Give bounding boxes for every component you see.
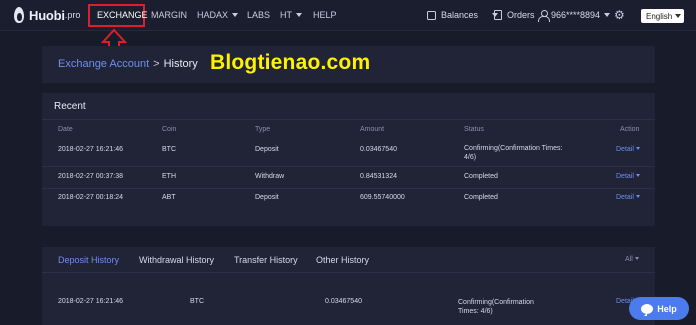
cell-coin: BTC <box>162 146 176 153</box>
top-navigation: Huobi .pro EXCHANGE MARGIN HADAX LABS HT … <box>0 0 696 31</box>
help-label: Help <box>657 303 677 314</box>
breadcrumb-separator: > <box>153 58 160 70</box>
history-panel: Deposit History Withdrawal History Trans… <box>42 247 655 325</box>
nav-hadax-label: HADAX <box>197 10 229 20</box>
nav-labs[interactable]: LABS <box>247 10 270 20</box>
tab-transfer-history[interactable]: Transfer History <box>234 255 298 265</box>
divider <box>42 188 655 189</box>
gear-icon[interactable]: ⚙ <box>614 8 625 22</box>
nav-ht[interactable]: HT <box>280 10 302 20</box>
breadcrumb-current: History <box>163 58 198 70</box>
chevron-down-icon <box>675 14 682 18</box>
header-date: Date <box>58 126 73 133</box>
recent-panel: Recent Date Coin Type Amount Status Acti… <box>42 93 655 226</box>
cell-amount: 609.55740000 <box>360 194 405 201</box>
cell-date: 2018-02-27 00:37:38 <box>58 173 123 180</box>
header-coin: Coin <box>162 126 177 133</box>
cell-status: Confirming(Confirmation Times: 4/6) <box>458 299 534 315</box>
chevron-down-icon <box>232 13 239 17</box>
cell-status: Completed <box>464 194 498 201</box>
cell-date: 2018-02-27 00:18:24 <box>58 194 123 201</box>
breadcrumb: Exchange Account > History <box>58 58 198 70</box>
chevron-down-icon <box>604 13 611 17</box>
cell-type: Deposit <box>255 146 279 153</box>
cell-amount: 0.03467540 <box>360 146 397 153</box>
recent-title: Recent <box>54 101 86 112</box>
header-status: Status <box>464 126 484 133</box>
chevron-down-icon <box>296 13 302 17</box>
flame-icon <box>12 7 26 23</box>
language-label: English <box>646 11 673 21</box>
cell-amount: 0.84531324 <box>360 173 397 180</box>
watermark: Blogtienao.com <box>210 51 371 74</box>
nav-ht-label: HT <box>280 10 292 20</box>
detail-label: Detail <box>616 194 634 201</box>
divider <box>42 166 655 167</box>
wallet-icon <box>427 10 436 20</box>
cell-coin: ABT <box>162 194 176 201</box>
header-action: Action <box>620 126 640 133</box>
breadcrumb-exchange-account[interactable]: Exchange Account <box>58 58 149 70</box>
orders-link[interactable]: Orders <box>494 10 535 20</box>
detail-link[interactable]: Detail <box>616 173 640 180</box>
tab-withdrawal-history[interactable]: Withdrawal History <box>139 255 214 265</box>
orders-icon <box>494 10 502 20</box>
cell-date: 2018-02-27 16:21:46 <box>58 146 123 153</box>
divider <box>42 119 655 120</box>
filter-label: All <box>625 256 633 263</box>
cell-status: Confirming(Confirmation Times: 4/6) <box>464 145 563 161</box>
detail-label: Detail <box>616 146 634 153</box>
cell-type: Deposit <box>255 194 279 201</box>
cell-coin: ETH <box>162 173 176 180</box>
cell-date: 2018-02-27 16:21:46 <box>58 298 123 305</box>
breadcrumb-panel: Exchange Account > History Blogtienao.com <box>42 46 655 83</box>
cell-amount: 0.03467540 <box>325 298 362 305</box>
language-select[interactable]: English <box>641 9 684 23</box>
history-tabs: Deposit History Withdrawal History Trans… <box>42 247 655 273</box>
cell-coin: BTC <box>190 298 204 305</box>
detail-link[interactable]: Detail <box>616 146 640 153</box>
help-button[interactable]: Help <box>629 297 689 320</box>
nav-margin[interactable]: MARGIN <box>151 10 187 20</box>
chat-icon <box>641 303 654 316</box>
chevron-down-icon <box>635 174 640 177</box>
balances-label: Balances <box>441 10 479 20</box>
detail-link[interactable]: Detail <box>616 194 640 201</box>
detail-label: Detail <box>616 173 634 180</box>
table-row: 2018-02-27 00:18:24 ABT Deposit 609.5574… <box>42 192 655 213</box>
header-type: Type <box>255 126 271 133</box>
cell-status: Completed <box>464 173 498 180</box>
nav-exchange[interactable]: EXCHANGE <box>97 10 148 20</box>
tab-deposit-history[interactable]: Deposit History <box>58 255 119 265</box>
tab-other-history[interactable]: Other History <box>316 255 369 265</box>
account-label: 966****8894 <box>551 10 601 20</box>
balances-menu[interactable]: Balances <box>427 10 499 20</box>
logo-text: Huobi <box>29 7 65 23</box>
table-row: 2018-02-27 16:21:46 BTC 0.03467540 Confi… <box>42 296 655 317</box>
nav-hadax[interactable]: HADAX <box>197 10 239 20</box>
chevron-down-icon <box>635 147 640 150</box>
logo-suffix: .pro <box>64 10 81 20</box>
chevron-down-icon <box>634 257 639 260</box>
nav-help[interactable]: HELP <box>313 10 337 20</box>
filter-all[interactable]: All <box>625 256 639 263</box>
header-amount: Amount <box>360 126 385 133</box>
chevron-down-icon <box>635 195 640 198</box>
orders-label: Orders <box>507 10 535 20</box>
cell-type: Withdraw <box>255 173 285 180</box>
account-menu[interactable]: 966****8894 <box>538 10 611 22</box>
table-row: 2018-02-27 16:21:46 BTC Deposit 0.034675… <box>42 142 655 163</box>
huobi-logo[interactable]: Huobi .pro <box>12 7 80 23</box>
user-icon <box>538 10 550 22</box>
